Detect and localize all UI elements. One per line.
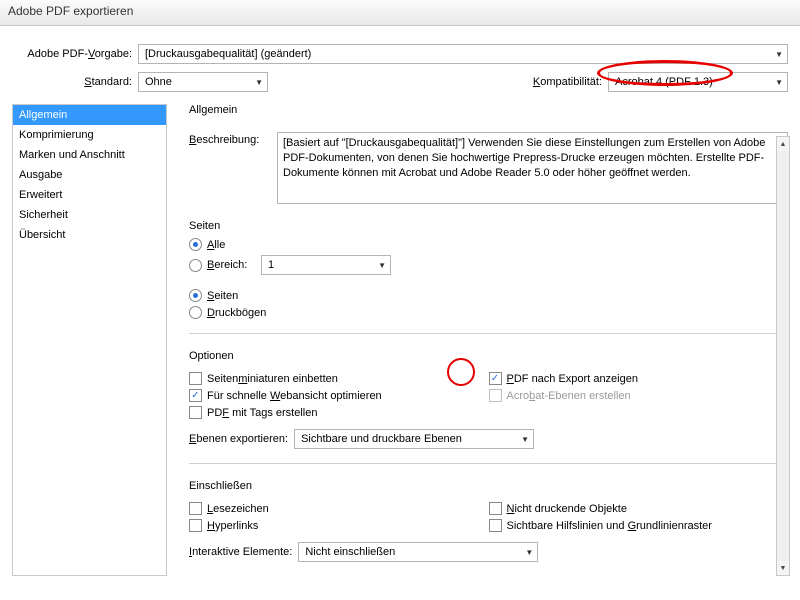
radio-spreads[interactable] bbox=[189, 306, 202, 319]
compat-label: Kompatibilität: bbox=[533, 76, 608, 88]
radio-pages[interactable] bbox=[189, 289, 202, 302]
sidebar-item-marken[interactable]: Marken und Anschnitt bbox=[13, 145, 166, 165]
preset-label: Adobe PDF-Vorgabe: bbox=[12, 48, 138, 60]
check-showpdf[interactable] bbox=[489, 372, 502, 385]
include-title: Einschließen bbox=[189, 480, 788, 492]
description-label: Beschreibung: bbox=[189, 132, 277, 146]
sidebar-item-ausgabe[interactable]: Ausgabe bbox=[13, 165, 166, 185]
check-tags-label: PDF mit Tags erstellen bbox=[207, 407, 317, 419]
sidebar-item-erweitert[interactable]: Erweitert bbox=[13, 185, 166, 205]
preset-combo[interactable]: [Druckausgabequalität] (geändert) ▼ bbox=[138, 44, 788, 64]
sidebar-item-komprimierung[interactable]: Komprimierung bbox=[13, 125, 166, 145]
vertical-scrollbar[interactable]: ▲ ▼ bbox=[776, 136, 790, 576]
radio-range[interactable] bbox=[189, 259, 202, 272]
check-tags[interactable] bbox=[189, 406, 202, 419]
chevron-down-icon: ▼ bbox=[525, 548, 533, 557]
interactive-value: Nicht einschließen bbox=[305, 546, 395, 558]
chevron-down-icon: ▼ bbox=[775, 78, 783, 87]
compat-combo[interactable]: Acrobat 4 (PDF 1.3) ▼ bbox=[608, 72, 788, 92]
check-hyperlinks-label: Hyperlinks bbox=[207, 520, 258, 532]
export-layers-combo[interactable]: Sichtbare und druckbare Ebenen ▼ bbox=[294, 429, 534, 449]
window-title: Adobe PDF exportieren bbox=[8, 4, 133, 18]
range-value: 1 bbox=[268, 259, 274, 271]
check-fastweb-label: Für schnelle Webansicht optimieren bbox=[207, 390, 382, 402]
check-bookmarks[interactable] bbox=[189, 502, 202, 515]
check-thumbnails[interactable] bbox=[189, 372, 202, 385]
radio-all[interactable] bbox=[189, 238, 202, 251]
check-showpdf-label: PDF nach Export anzeigen bbox=[507, 373, 638, 385]
pages-group: Seiten Alle Bereich: 1 ▼ Seiten Druckbög… bbox=[189, 214, 788, 334]
scroll-down-button[interactable]: ▼ bbox=[777, 561, 789, 575]
radio-spreads-label: Druckbögen bbox=[207, 307, 266, 319]
radio-pages-label: Seiten bbox=[207, 290, 238, 302]
export-layers-label: Ebenen exportieren: bbox=[189, 433, 294, 445]
check-layers bbox=[489, 389, 502, 402]
radio-all-label: Alle bbox=[207, 239, 225, 251]
compat-value: Acrobat 4 (PDF 1.3) bbox=[615, 76, 713, 88]
check-guides[interactable] bbox=[489, 519, 502, 532]
sidebar-item-allgemein[interactable]: Allgemein bbox=[13, 105, 166, 125]
check-nonprinting[interactable] bbox=[489, 502, 502, 515]
chevron-down-icon: ▼ bbox=[521, 435, 529, 444]
check-hyperlinks[interactable] bbox=[189, 519, 202, 532]
range-combo[interactable]: 1 ▼ bbox=[261, 255, 391, 275]
sidebar-item-uebersicht[interactable]: Übersicht bbox=[13, 225, 166, 245]
sidebar-item-sicherheit[interactable]: Sicherheit bbox=[13, 205, 166, 225]
main-panel: Allgemein Beschreibung: [Basiert auf "[D… bbox=[167, 104, 788, 576]
radio-range-label: Bereich: bbox=[207, 259, 261, 271]
standard-label: Standard: bbox=[12, 76, 138, 88]
scroll-up-button[interactable]: ▲ bbox=[777, 137, 789, 151]
check-fastweb[interactable] bbox=[189, 389, 202, 402]
check-guides-label: Sichtbare Hilfslinien und Grundlinienras… bbox=[507, 520, 712, 532]
check-thumbnails-label: Seitenminiaturen einbetten bbox=[207, 373, 338, 385]
check-nonprinting-label: Nicht druckende Objekte bbox=[507, 503, 627, 515]
chevron-down-icon: ▼ bbox=[775, 50, 783, 59]
interactive-label: Interaktive Elemente: bbox=[189, 546, 298, 558]
standard-value: Ohne bbox=[145, 76, 172, 88]
description-textarea[interactable]: [Basiert auf "[Druckausgabequalität]"] V… bbox=[277, 132, 788, 204]
window-titlebar: Adobe PDF exportieren bbox=[0, 0, 800, 26]
options-title: Optionen bbox=[189, 350, 788, 362]
panel-heading: Allgemein bbox=[189, 104, 788, 116]
export-layers-value: Sichtbare und druckbare Ebenen bbox=[301, 433, 462, 445]
include-group: Einschließen Lesezeichen Hyperlinks Nich… bbox=[189, 474, 788, 576]
standard-combo[interactable]: Ohne ▼ bbox=[138, 72, 268, 92]
chevron-down-icon: ▼ bbox=[255, 78, 263, 87]
options-group: Optionen Seitenminiaturen einbetten Für … bbox=[189, 344, 788, 464]
preset-value: [Druckausgabequalität] (geändert) bbox=[145, 48, 311, 60]
chevron-down-icon: ▼ bbox=[378, 261, 386, 270]
check-bookmarks-label: Lesezeichen bbox=[207, 503, 269, 515]
check-layers-label: Acrobat-Ebenen erstellen bbox=[507, 390, 631, 402]
interactive-combo[interactable]: Nicht einschließen ▼ bbox=[298, 542, 538, 562]
category-sidebar: Allgemein Komprimierung Marken und Ansch… bbox=[12, 104, 167, 576]
pages-title: Seiten bbox=[189, 220, 788, 232]
